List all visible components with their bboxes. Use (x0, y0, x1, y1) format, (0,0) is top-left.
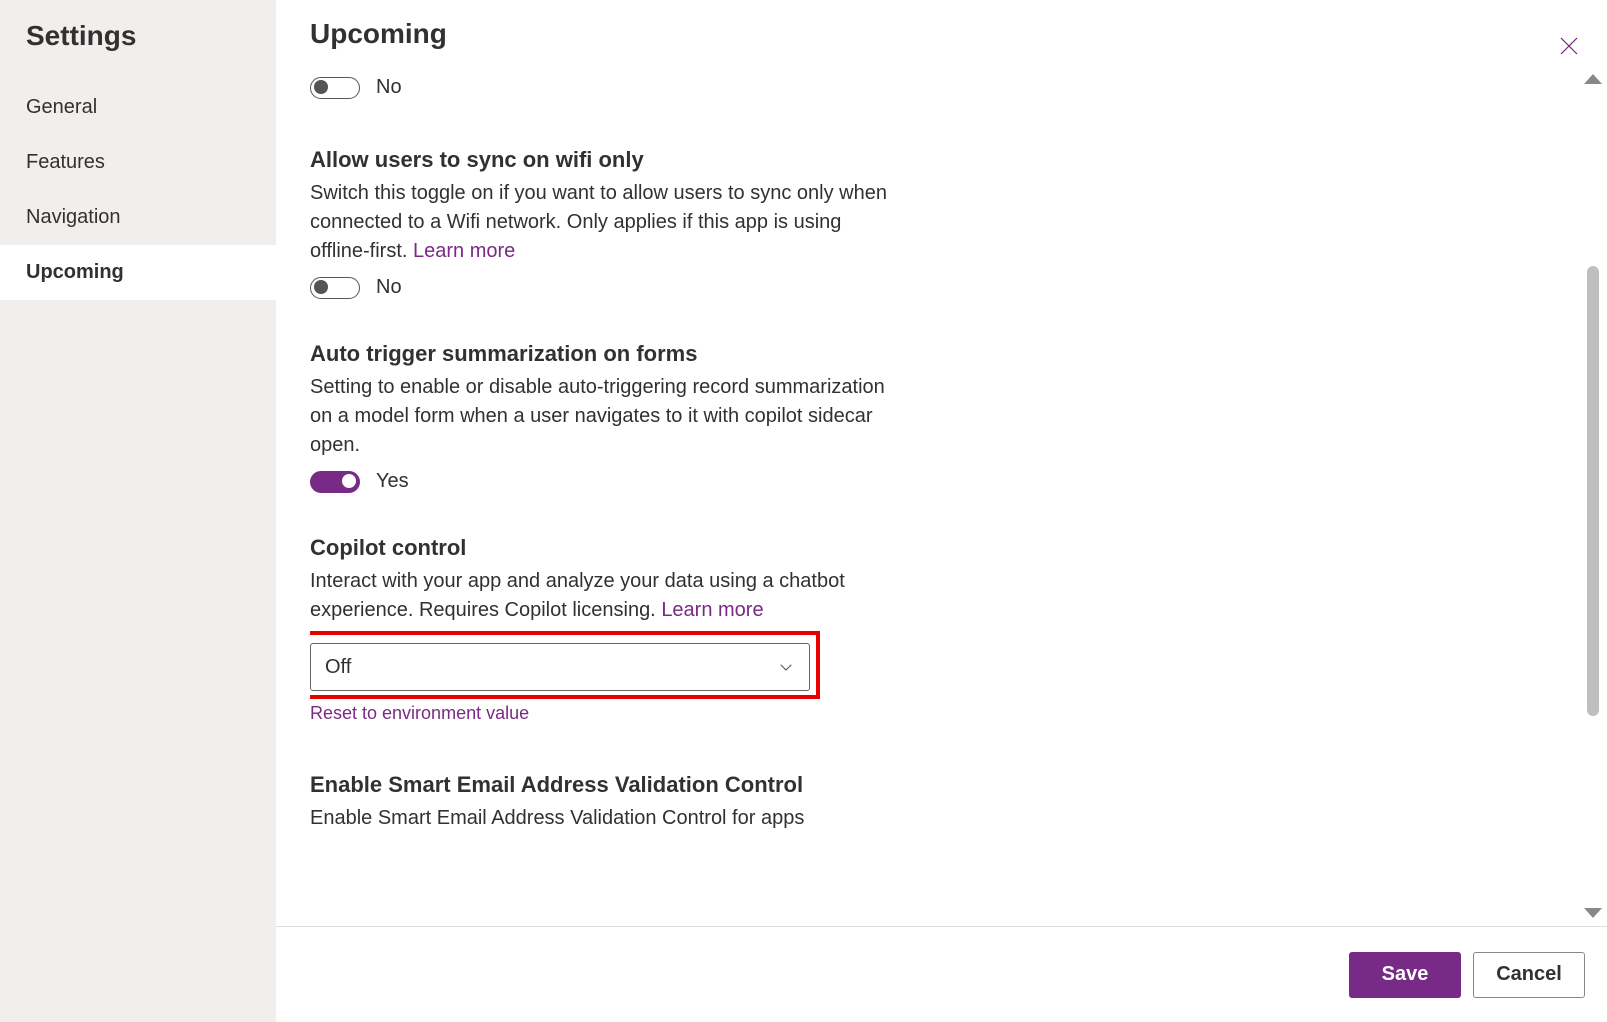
sidebar-item-label: Navigation (26, 206, 121, 228)
save-button[interactable]: Save (1349, 952, 1461, 998)
sidebar-item-general[interactable]: General (0, 80, 276, 135)
main-panel: Upcoming No Allow users to sync on wifi … (276, 0, 1607, 1022)
setting-title: Copilot control (310, 535, 1310, 561)
toggle-unknown[interactable] (310, 77, 360, 99)
toggle-wifi-sync[interactable] (310, 277, 360, 299)
setting-title: Enable Smart Email Address Validation Co… (310, 772, 1310, 798)
learn-more-link[interactable]: Learn more (661, 599, 763, 621)
setting-auto-summarization: Auto trigger summarization on forms Sett… (310, 341, 1310, 493)
footer-bar: Save Cancel (276, 926, 1607, 1022)
scroll-down-icon[interactable] (1584, 908, 1602, 918)
sidebar-item-label: General (26, 96, 97, 118)
settings-sidebar: Settings General Features Navigation Upc… (0, 0, 276, 1022)
setting-description: Switch this toggle on if you want to all… (310, 179, 890, 266)
setting-description: Interact with your app and analyze your … (310, 567, 890, 625)
page-title: Upcoming (310, 18, 447, 50)
setting-smart-email: Enable Smart Email Address Validation Co… (310, 772, 1310, 833)
copilot-select[interactable]: Off (310, 643, 810, 691)
setting-title: Allow users to sync on wifi only (310, 147, 1310, 173)
setting-unknown-toggle: No (310, 76, 1310, 99)
sidebar-item-features[interactable]: Features (0, 135, 276, 190)
toggle-label: No (376, 276, 402, 299)
setting-copilot-control: Copilot control Interact with your app a… (310, 535, 1310, 724)
close-icon (1557, 34, 1581, 58)
select-value: Off (325, 656, 351, 679)
scrollbar[interactable] (1579, 66, 1607, 926)
scroll-thumb[interactable] (1587, 266, 1599, 716)
scroll-up-icon[interactable] (1584, 74, 1602, 84)
chevron-down-icon (777, 658, 795, 676)
reset-environment-link[interactable]: Reset to environment value (310, 703, 529, 724)
toggle-label: Yes (376, 470, 409, 493)
sidebar-item-label: Upcoming (26, 261, 124, 283)
sidebar-item-upcoming[interactable]: Upcoming (0, 245, 276, 300)
close-button[interactable] (1551, 28, 1587, 64)
setting-description: Setting to enable or disable auto-trigge… (310, 373, 890, 460)
setting-title: Auto trigger summarization on forms (310, 341, 1310, 367)
setting-wifi-sync: Allow users to sync on wifi only Switch … (310, 147, 1310, 299)
toggle-auto-summarization[interactable] (310, 471, 360, 493)
sidebar-item-navigation[interactable]: Navigation (0, 190, 276, 245)
sidebar-item-label: Features (26, 151, 105, 173)
learn-more-link[interactable]: Learn more (413, 240, 515, 262)
cancel-button[interactable]: Cancel (1473, 952, 1585, 998)
toggle-label: No (376, 76, 402, 99)
setting-description: Enable Smart Email Address Validation Co… (310, 804, 1010, 833)
sidebar-title: Settings (0, 20, 276, 80)
